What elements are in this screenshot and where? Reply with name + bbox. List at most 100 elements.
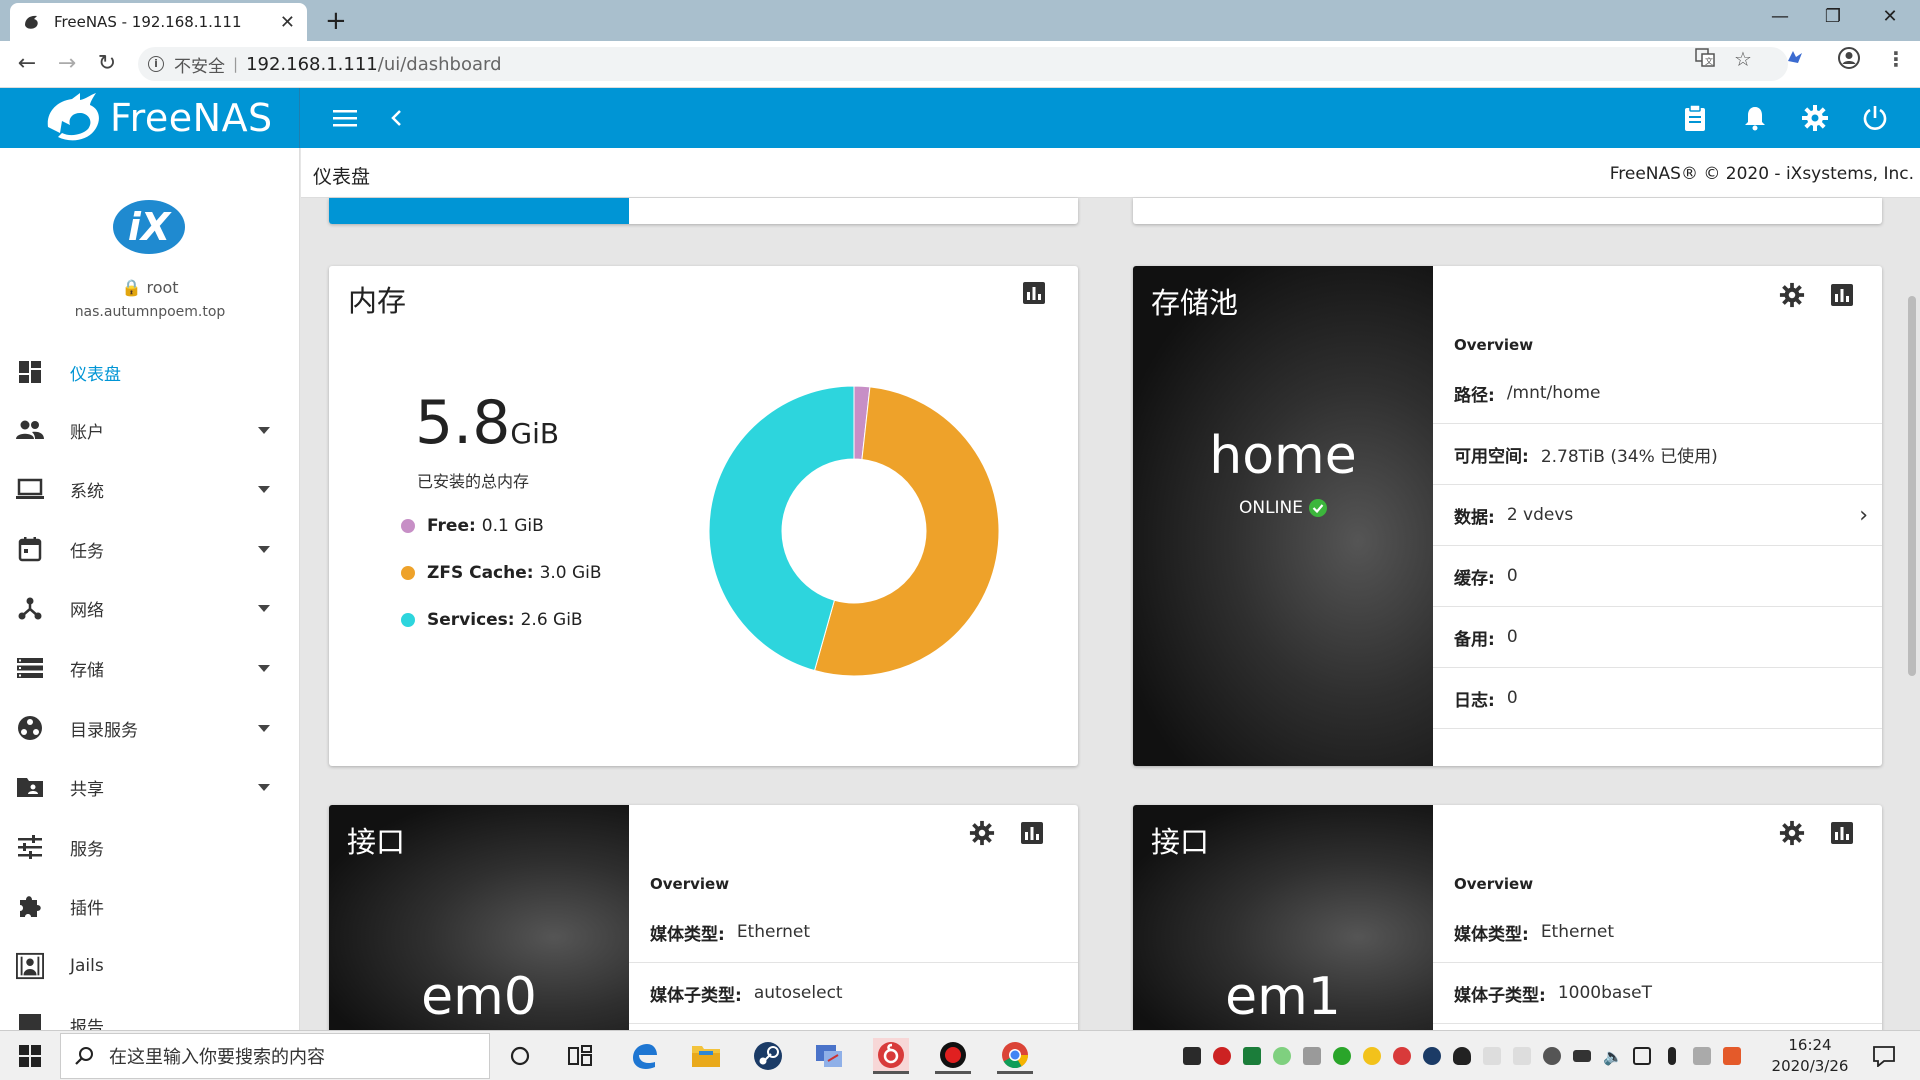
sidebar-item-reporting[interactable]: 报告 <box>0 1001 299 1030</box>
security-label: 不安全 <box>174 56 225 77</box>
forward-button[interactable]: → <box>52 51 82 76</box>
browser-tab[interactable]: FreeNAS - 192.168.1.111 ✕ <box>10 3 307 41</box>
pool-settings-gear-icon[interactable] <box>1777 280 1807 310</box>
calendar-icon <box>16 535 44 563</box>
microphone-tray-icon[interactable] <box>1668 1047 1676 1065</box>
row-key: 路径: <box>1454 385 1495 406</box>
bookmark-star-icon[interactable]: ☆ <box>1734 47 1752 71</box>
volume-tray-icon[interactable]: 🔈 <box>1603 1047 1623 1066</box>
row-key: 数据: <box>1454 507 1495 528</box>
pool-row-free-space[interactable]: 可用空间: 2.78TiB (34% 已使用) <box>1433 424 1882 485</box>
people-icon <box>16 416 44 444</box>
chart-bar-icon[interactable] <box>1019 278 1049 308</box>
display-tray-icon[interactable] <box>1633 1047 1651 1065</box>
menu-dots-icon[interactable]: ⋮ <box>1886 47 1906 71</box>
reload-button[interactable]: ↻ <box>92 51 122 76</box>
notification-center-icon[interactable] <box>1866 1038 1902 1074</box>
expand-caret-icon <box>258 485 270 493</box>
sidebar-item-system[interactable]: 系统 <box>0 465 299 513</box>
nvidia-tray-icon[interactable] <box>1183 1047 1201 1065</box>
tray-icon[interactable] <box>1483 1047 1501 1065</box>
restore-button[interactable]: ❐ <box>1813 6 1853 27</box>
sidebar-item-plugins[interactable]: 插件 <box>0 882 299 930</box>
translate-icon[interactable]: 文 <box>1695 47 1715 72</box>
profile-icon[interactable] <box>1838 47 1860 74</box>
settings-gear-icon[interactable] <box>1799 102 1831 134</box>
settings-tray-icon[interactable] <box>1303 1047 1321 1065</box>
taskbar-clock[interactable]: 16:24 2020/3/26 <box>1765 1035 1855 1077</box>
collapse-chevron-left-icon[interactable] <box>380 102 412 134</box>
input-method-tray-icon[interactable] <box>1693 1047 1711 1065</box>
hostname: nas.autumnpoem.top <box>74 304 226 320</box>
url-path: /ui/dashboard <box>377 53 502 75</box>
interface-chart-bar-icon[interactable] <box>1017 818 1047 848</box>
info-icon[interactable]: i <box>148 56 164 72</box>
interface-settings-gear-icon[interactable] <box>1777 818 1807 848</box>
steam-icon[interactable] <box>750 1038 786 1074</box>
search-icon <box>75 1047 93 1065</box>
chrome-browser-icon[interactable] <box>997 1038 1033 1074</box>
shield-tray-icon[interactable] <box>1543 1047 1561 1065</box>
netease-music-icon[interactable] <box>873 1038 909 1074</box>
url-field[interactable]: i 不安全 | 192.168.1.111 /ui/dashboard <box>138 47 1788 81</box>
sidebar-item-directory-services[interactable]: 目录服务 <box>0 704 299 752</box>
sidebar-item-jails[interactable]: Jails <box>0 942 299 990</box>
legend-item-services: Services: 2.6 GiB <box>401 610 583 630</box>
row-value: autoselect <box>753 983 843 1003</box>
interface-chart-bar-icon[interactable] <box>1827 818 1857 848</box>
interface-row-media-subtype: 媒体子类型: 1000baseT <box>1433 963 1882 1024</box>
taskbar-search-field[interactable]: 在这里输入你要搜索的内容 <box>60 1033 490 1079</box>
clover-tray-icon[interactable] <box>1333 1047 1351 1065</box>
row-key: 日志: <box>1454 690 1495 711</box>
checkbox-tray-icon[interactable] <box>1243 1047 1261 1065</box>
sidebar-item-services[interactable]: 服务 <box>0 823 299 871</box>
network-monitor-app-icon[interactable] <box>811 1038 847 1074</box>
minimize-button[interactable]: — <box>1760 6 1800 27</box>
pool-row-data[interactable]: 数据: 2 vdevs › <box>1433 485 1882 546</box>
sidebar-item-storage[interactable]: 存储 <box>0 644 299 692</box>
new-tab-button[interactable]: + <box>325 6 347 36</box>
sogou-tray-icon[interactable] <box>1723 1047 1741 1065</box>
chevron-right-icon[interactable]: › <box>1859 503 1868 528</box>
interface-settings-gear-icon[interactable] <box>967 818 997 848</box>
notifications-bell-icon[interactable] <box>1739 102 1771 134</box>
hamburger-menu-icon[interactable] <box>329 102 361 134</box>
tray-icon[interactable] <box>1513 1047 1531 1065</box>
pool-chart-bar-icon[interactable] <box>1827 280 1857 310</box>
sidebar-item-sharing[interactable]: 共享 <box>0 763 299 811</box>
tab-close-icon[interactable]: ✕ <box>280 12 295 33</box>
sidebar-item-label: 任务 <box>70 541 104 562</box>
row-value: 0 <box>1506 688 1518 708</box>
back-button[interactable]: ← <box>12 51 42 76</box>
wechat-tray-icon[interactable] <box>1273 1047 1291 1065</box>
interface-overview-label: Overview <box>1454 875 1534 893</box>
sidebar-item-tasks[interactable]: 任务 <box>0 525 299 573</box>
steam-tray-icon[interactable] <box>1423 1047 1441 1065</box>
cortana-circle-icon[interactable] <box>502 1038 538 1074</box>
interface-image-panel: 接口 em1 <box>1133 805 1433 1045</box>
pool-row-cache: 缓存: 0 <box>1433 546 1882 607</box>
edge-browser-icon[interactable] <box>626 1038 662 1074</box>
user-info: 🔒 root <box>0 278 299 297</box>
file-explorer-icon[interactable] <box>688 1038 724 1074</box>
sidebar-item-accounts[interactable]: 账户 <box>0 406 299 454</box>
legend-swatch <box>401 566 415 580</box>
screen-recorder-icon[interactable] <box>935 1038 971 1074</box>
task-view-icon[interactable] <box>562 1038 598 1074</box>
extension-icon[interactable] <box>1785 47 1805 72</box>
brand[interactable]: FreeNAS <box>0 88 300 148</box>
task-manager-clipboard-icon[interactable] <box>1679 102 1711 134</box>
sidebar-item-network[interactable]: 网络 <box>0 584 299 632</box>
windows-start-icon[interactable] <box>12 1038 48 1074</box>
battery-tray-icon[interactable] <box>1573 1050 1591 1062</box>
sidebar-item-dashboard[interactable]: 仪表盘 <box>0 348 299 396</box>
netease-tray-icon[interactable] <box>1393 1047 1411 1065</box>
smile-tray-icon[interactable] <box>1363 1047 1381 1065</box>
pool-status: ONLINE <box>1133 498 1433 518</box>
qq-tray-icon[interactable] <box>1453 1047 1471 1065</box>
interface-name: em1 <box>1225 967 1341 1027</box>
recorder-tray-icon[interactable] <box>1213 1047 1231 1065</box>
close-window-button[interactable]: ✕ <box>1870 6 1910 27</box>
page-scrollbar[interactable] <box>1908 296 1916 676</box>
power-icon[interactable] <box>1859 102 1891 134</box>
